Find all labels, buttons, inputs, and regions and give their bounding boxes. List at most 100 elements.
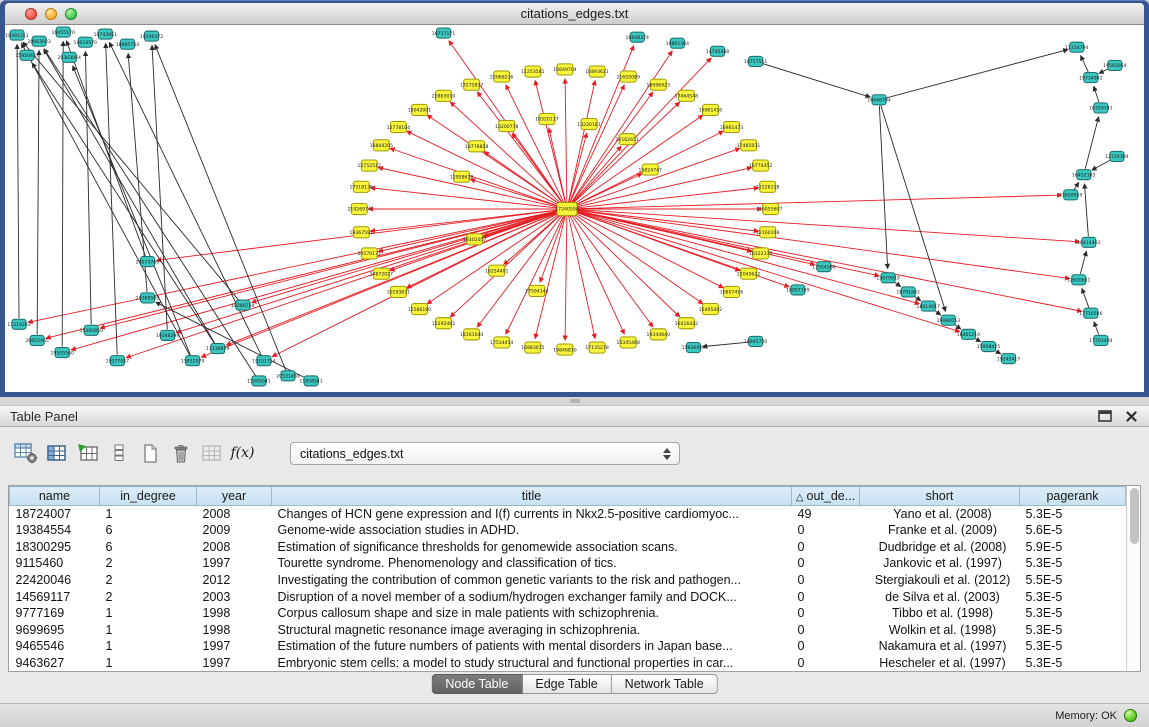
graph-node[interactable]: 16717171 [432,28,456,38]
column-header-out-degree[interactable]: △out_de... [792,487,860,506]
table-cell[interactable]: Corpus callosum shape and size in male p… [272,605,792,622]
graph-edge[interactable] [44,49,256,376]
graph-node[interactable]: 19565954 [1103,60,1127,70]
graph-edge[interactable] [568,215,595,339]
graph-node[interactable]: 17275837 [460,79,484,90]
graph-edge[interactable] [761,63,870,97]
graph-edge[interactable] [569,215,624,335]
graph-edge[interactable] [573,210,815,264]
graph-node[interactable]: 15495492 [699,304,723,315]
trash-icon[interactable] [165,439,196,467]
graph-node[interactable]: 18320117 [535,113,559,124]
table-row[interactable]: 2242004622012Investigating the contribut… [10,572,1126,589]
table-cell[interactable]: 1998 [197,621,272,638]
table-cell[interactable]: Tourette syndrome. Phenomenology and cla… [272,555,792,572]
graph-edge[interactable] [62,41,63,346]
table-cell[interactable]: Disruption of a novel member of a sodium… [272,588,792,605]
graph-edge[interactable] [126,211,561,358]
table-cell[interactable]: Estimation of significance thresholds fo… [272,539,792,556]
graph-edge[interactable] [28,210,561,322]
table-cell[interactable]: 0 [792,522,860,539]
close-panel-icon[interactable] [1126,411,1137,422]
graph-node[interactable]: 17464548 [675,90,699,101]
graph-node[interactable]: 15958959 [1059,190,1083,200]
graph-edge[interactable] [573,195,1062,209]
table-cell[interactable]: Hescheler et al. (1997) [860,654,1020,671]
float-panel-icon[interactable] [1098,410,1112,422]
window-titlebar[interactable]: citations_edges.txt [5,3,1144,25]
table-cell[interactable]: 5.3E-5 [1020,605,1126,622]
table-cell[interactable]: 9699695 [10,621,100,638]
graph-node[interactable]: 11136979 [206,343,230,353]
graph-node[interactable]: 18945720 [744,336,768,346]
graph-edge[interactable] [549,128,566,203]
column-header-pagerank[interactable]: pagerank [1020,487,1126,506]
graph-node[interactable]: 17518136 [350,181,374,192]
column-header-title[interactable]: title [272,487,792,506]
table-cell[interactable]: 1 [100,506,197,523]
table-row[interactable]: 946554611997Estimation of the future num… [10,638,1126,655]
graph-node[interactable]: 13200778 [495,121,519,132]
graph-node[interactable]: 17240594 [555,202,579,215]
graph-edge[interactable] [226,211,561,345]
graph-edge[interactable] [44,49,215,343]
graph-edge[interactable] [572,212,723,288]
table-cell[interactable]: 2003 [197,588,272,605]
graph-edge[interactable] [506,85,565,204]
table-cell[interactable]: 1 [100,621,197,638]
graph-node[interactable]: 19505560 [50,348,74,358]
graph-edge[interactable] [885,50,1068,99]
graph-node[interactable]: 19086053 [937,315,961,325]
column-header-in-degree[interactable]: in_degree [100,487,197,506]
graph-edge[interactable] [572,212,703,303]
table-cell[interactable]: 0 [792,638,860,655]
graph-node[interactable]: 12778104 [387,122,411,133]
graph-node[interactable]: 15292462 [432,318,456,329]
graph-node[interactable]: 15300850 [80,325,104,335]
graph-node[interactable]: 19245417 [997,354,1021,364]
graph-edge[interactable] [506,214,565,334]
graph-node[interactable]: 20303064 [57,52,81,62]
table-row[interactable]: 1456911722003Disruption of a novel membe… [10,588,1126,605]
graph-edge[interactable] [565,79,567,203]
graph-edge[interactable] [390,148,561,207]
table-cell[interactable]: 0 [792,572,860,589]
graph-edge[interactable] [106,43,117,354]
graph-node[interactable]: 12958618 [450,171,474,182]
graph-node[interactable]: 11858541 [299,376,323,386]
table-cell[interactable]: 1997 [197,638,272,655]
tab-network-table[interactable]: Network Table [612,674,718,694]
graph-node[interactable]: 18280754 [231,300,255,310]
graph-edge[interactable] [1094,322,1099,335]
graph-edge[interactable] [573,188,759,209]
graph-node[interactable]: 14618570 [74,37,98,47]
graph-node[interactable]: 16162651 [615,134,639,145]
graph-edge[interactable] [85,51,91,324]
graph-edge[interactable] [272,212,562,357]
table-settings-icon[interactable] [10,439,41,467]
graph-edge[interactable] [571,214,653,327]
table-selector-dropdown[interactable]: citations_edges.txt [290,442,680,465]
graph-node[interactable]: 18122370 [749,248,773,259]
graph-node[interactable]: 19151714 [252,356,276,366]
graph-node[interactable]: 19348299 [156,330,180,340]
table-cell[interactable]: 5.5E-5 [1020,572,1126,589]
graph-node[interactable]: 18367591 [350,227,374,238]
graph-node[interactable]: 17703404 [1089,335,1113,345]
graph-edge[interactable] [573,148,740,207]
graph-node[interactable]: 10391311 [5,30,29,40]
graph-node[interactable]: 22863010 [432,90,456,101]
table-cell[interactable]: 5.3E-5 [1020,638,1126,655]
table-cell[interactable]: 2 [100,588,197,605]
table-cell[interactable]: 5.3E-5 [1020,621,1126,638]
table-row[interactable]: 1830029562008Estimation of significance … [10,539,1126,556]
graph-edge[interactable] [1084,184,1088,237]
graph-node[interactable]: 16648794 [867,95,891,105]
graph-node[interactable]: 15905041 [247,376,271,386]
graph-node[interactable]: 15936059 [682,342,706,352]
graph-node[interactable]: 12752512 [358,160,382,171]
table-cell[interactable]: 6 [100,539,197,556]
graph-node[interactable]: 16774452 [749,160,773,171]
graph-node[interactable]: 10193871 [387,286,411,297]
graph-node[interactable]: 20655465 [25,335,49,345]
